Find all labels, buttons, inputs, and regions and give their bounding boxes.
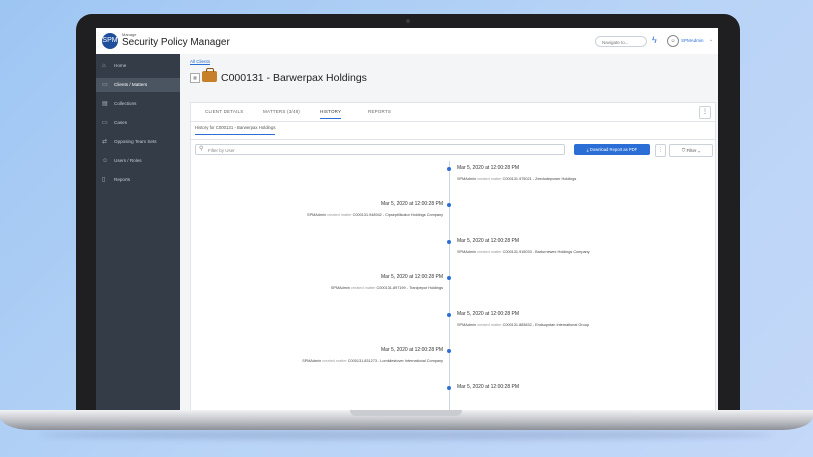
- event-target[interactable]: C000131.897199 - Tranipepor Holdings: [377, 286, 444, 290]
- timeline-axis: [449, 161, 450, 410]
- sidebar-item-label: Home: [114, 63, 127, 68]
- event-date: Mar 5, 2020 at 12:00:28 PM: [381, 347, 443, 353]
- tab-history[interactable]: HISTORY: [320, 109, 342, 119]
- event-date: Mar 5, 2020 at 12:00:28 PM: [457, 384, 519, 390]
- event-date: Mar 5, 2020 at 12:00:28 PM: [457, 311, 519, 317]
- tab-reports[interactable]: REPORTS: [368, 109, 391, 114]
- users-icon: ☺: [102, 158, 109, 164]
- chevron-down-icon[interactable]: ⌄: [709, 37, 713, 43]
- sidebar-item-label: Clients / Matters: [114, 82, 148, 87]
- event-action: created matter: [327, 213, 352, 217]
- sidebar-item-collections[interactable]: ▤ Collections: [96, 97, 180, 111]
- history-timeline: Mar 5, 2020 at 12:00:28 PM SPMAdmin crea…: [191, 161, 715, 410]
- bolt-icon[interactable]: ϟ: [652, 35, 657, 45]
- event-description: SPMAdmin created matter C000131.897199 -…: [331, 286, 443, 290]
- tab-client-details[interactable]: CLIENT DETAILS: [205, 109, 243, 114]
- navigate-input[interactable]: Navigate to...: [595, 36, 647, 47]
- filter-button-label: Filter: [686, 148, 697, 153]
- event-description: SPMAdmin created matter C000131.915033 -…: [457, 250, 590, 254]
- briefcase-icon: ▭: [102, 82, 108, 88]
- opposing-icon: ⇄: [102, 139, 108, 145]
- more-options-icon[interactable]: ⋮: [699, 106, 711, 119]
- sidebar-item-label: Users / Roles: [114, 158, 142, 163]
- search-icon: ⚲: [199, 146, 204, 152]
- event-user: SPMAdmin: [457, 323, 476, 327]
- camera-dot: [406, 19, 410, 23]
- event-description: SPMAdmin created matter C000131.975021 -…: [457, 177, 576, 181]
- page-title: C000131 - Barwerpax Holdings: [221, 72, 367, 84]
- details-panel: CLIENT DETAILS MATTERS (3/48) HISTORY RE…: [190, 102, 716, 410]
- sidebar-item-label: Opposing Team Sets: [114, 139, 157, 144]
- user-menu[interactable]: SPMAdmin: [681, 38, 704, 43]
- event-date: Mar 5, 2020 at 12:00:28 PM: [457, 238, 519, 244]
- timeline-dot: [447, 203, 451, 207]
- event-target[interactable]: C000131.975021 - Zeedudepower Holdings: [503, 177, 577, 181]
- event-user: SPMAdmin: [457, 250, 476, 254]
- sidebar-item-label: Collections: [114, 101, 137, 106]
- app-screen: SPM Manage Security Policy Manager Navig…: [96, 28, 718, 410]
- more-actions-icon[interactable]: ⋮: [655, 144, 666, 157]
- event-target[interactable]: C000131.831273 - Lomkilestover Internati…: [348, 359, 443, 363]
- sidebar-item-cases[interactable]: ▭ Cases: [96, 116, 180, 130]
- laptop-notch: [350, 410, 462, 416]
- sidebar-item-clients-matters[interactable]: ▭ Clients / Matters: [96, 78, 180, 92]
- timeline-dot: [447, 313, 451, 317]
- filter-button[interactable]: ⛉ Filter ⌄: [669, 144, 713, 157]
- event-date: Mar 5, 2020 at 12:00:28 PM: [381, 274, 443, 280]
- home-icon: ⌂: [102, 63, 106, 69]
- event-action: created matter: [350, 286, 376, 290]
- event-user: SPMAdmin: [330, 286, 350, 290]
- app-logo-icon: SPM: [102, 33, 118, 49]
- sidebar-item-label: Cases: [114, 120, 128, 125]
- timeline-dot: [447, 386, 451, 390]
- event-user: SPMAdmin: [302, 359, 322, 363]
- laptop-shadow: [40, 430, 773, 440]
- event-description: SPMAdmin created matter C000131.831273 -…: [302, 359, 443, 363]
- sidebar-item-opposing-team-sets[interactable]: ⇄ Opposing Team Sets: [96, 135, 180, 149]
- download-report-button[interactable]: ⤓ Download Report as PDF: [574, 144, 650, 155]
- collections-icon: ▤: [102, 101, 108, 107]
- main-content: All Clients ▦ C000131 - Barwerpax Holdin…: [180, 54, 718, 410]
- event-action: created matter: [477, 177, 502, 181]
- event-target[interactable]: C000131.948942 - Cipseptillicator Holdin…: [353, 213, 443, 217]
- event-target[interactable]: C000131.883832 - Endsupotan Internationa…: [503, 323, 589, 327]
- app-header: SPM Manage Security Policy Manager Navig…: [96, 28, 718, 55]
- event-description: SPMAdmin created matter C000131.948942 -…: [307, 213, 443, 217]
- tab-matters[interactable]: MATTERS (3/48): [263, 109, 300, 114]
- timeline-dot: [447, 167, 451, 171]
- event-user: SPMAdmin: [307, 213, 327, 217]
- sidebar: ⌂ Home ▭ Clients / Matters ▤ Collections…: [96, 54, 180, 410]
- sidebar-item-users-roles[interactable]: ☺ Users / Roles: [96, 154, 180, 168]
- event-description: SPMAdmin created matter C000131.883832 -…: [457, 323, 589, 327]
- cases-icon: ▭: [102, 120, 108, 126]
- history-toolbar: Filter by User ⚲ ⤓ Download Report as PD…: [191, 139, 715, 160]
- client-briefcase-icon: [202, 68, 217, 82]
- tab-bar: CLIENT DETAILS MATTERS (3/48) HISTORY RE…: [191, 103, 715, 122]
- event-user: SPMAdmin: [457, 177, 476, 181]
- timeline-dot: [447, 240, 451, 244]
- calendar-icon[interactable]: ▦: [190, 73, 200, 83]
- download-button-label: Download Report as PDF: [589, 147, 638, 152]
- reports-icon: ▯: [102, 177, 106, 183]
- event-date: Mar 5, 2020 at 12:00:28 PM: [457, 165, 519, 171]
- event-action: created matter: [477, 323, 502, 327]
- filter-by-user-input[interactable]: Filter by User: [195, 144, 565, 155]
- user-avatar-icon[interactable]: ☺: [667, 35, 679, 47]
- funnel-icon: ⛉: [681, 148, 686, 153]
- event-target[interactable]: C000131.915033 - Barturnewex Holdings Co…: [503, 250, 590, 254]
- sidebar-item-reports[interactable]: ▯ Reports: [96, 173, 180, 187]
- timeline-dot: [447, 349, 451, 353]
- event-action: created matter: [322, 359, 347, 363]
- breadcrumb[interactable]: All Clients: [190, 59, 210, 64]
- sidebar-item-label: Reports: [114, 177, 131, 182]
- timeline-dot: [447, 276, 451, 280]
- event-date: Mar 5, 2020 at 12:00:28 PM: [381, 201, 443, 207]
- sidebar-item-home[interactable]: ⌂ Home: [96, 59, 180, 73]
- event-action: created matter: [477, 250, 502, 254]
- app-title: Security Policy Manager: [122, 37, 230, 48]
- history-subtab[interactable]: History for C000131 - Barwerpax Holdings: [195, 125, 276, 135]
